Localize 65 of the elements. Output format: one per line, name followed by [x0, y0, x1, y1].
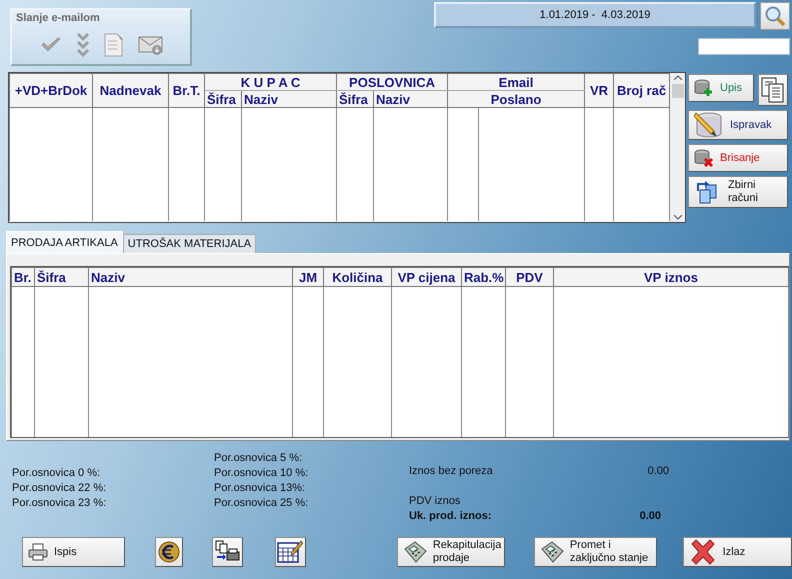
column-header: VR	[584, 74, 614, 108]
column-header: Poslano	[448, 90, 585, 108]
report-button[interactable]: Rekapitulacija prodaje	[396, 537, 505, 567]
database-pencil-icon	[694, 111, 724, 139]
column-header: Šifra	[336, 90, 374, 108]
copy-icon	[761, 77, 785, 103]
column-header: JM	[292, 268, 324, 286]
column-header: Količina	[324, 268, 392, 286]
tax-base-label: Por.osnovica 23 %:	[12, 496, 108, 510]
printer-icon	[28, 543, 48, 561]
table-pencil-icon	[277, 540, 304, 564]
total-value: 0.00	[638, 509, 662, 523]
euro-icon	[158, 541, 180, 563]
euro-button[interactable]	[154, 537, 184, 567]
copy-button[interactable]	[758, 74, 788, 106]
search-button[interactable]	[760, 2, 790, 30]
column-header: VP iznos	[554, 268, 788, 286]
column-header: Rab.%	[462, 268, 506, 286]
database-add-icon	[694, 79, 714, 97]
tab[interactable]: PRODAJA ARTIKALA	[6, 231, 123, 253]
column-header: Naziv	[374, 90, 448, 108]
calculator-icon	[540, 541, 564, 563]
column-header: Broj rač	[614, 74, 670, 108]
column-header: PDV	[506, 268, 554, 286]
column-header: Br.T.	[168, 74, 204, 108]
total-value: 0.00	[646, 464, 669, 478]
tab[interactable]: UTROŠAK MATERIJALA	[122, 234, 256, 253]
report-button[interactable]: Promet i zaključno stanje	[534, 537, 657, 567]
close-icon	[688, 539, 717, 565]
tax-base-label: Por.osnovica 10 %:	[214, 466, 310, 480]
exit-button[interactable]: Izlaz	[682, 537, 792, 567]
calculator-icon	[402, 541, 427, 563]
print-documents-button[interactable]	[212, 537, 244, 567]
column-header: K U P A C	[204, 74, 337, 90]
total-label: PDV iznos	[409, 494, 462, 508]
column-header: Br.	[12, 268, 34, 286]
delete-button[interactable]: Brisanje	[688, 144, 788, 172]
tax-base-label: Por.osnovica 0 %:	[12, 466, 102, 480]
total-label: Iznos bez poreza	[409, 464, 494, 478]
table-edit-button[interactable]	[275, 537, 306, 567]
tax-base-label: Por.osnovica 5 %:	[214, 451, 304, 465]
column-header: Šifra	[34, 268, 88, 286]
database-delete-icon	[694, 149, 714, 167]
column-header: VP cijena	[392, 268, 462, 286]
column-header: Naziv	[242, 90, 337, 108]
tax-base-label: Por.osnovica 22 %:	[12, 481, 108, 495]
edit-button[interactable]: Ispravak	[688, 110, 788, 140]
scrollbar-thumb[interactable]	[672, 84, 684, 98]
scrollbar[interactable]	[670, 73, 685, 222]
total-label: Uk. prod. iznos:	[409, 509, 492, 523]
column-header: +VD+BrDok	[10, 74, 92, 108]
panel-title: Slanje e-mailom	[16, 12, 100, 24]
tax-base-label: Por.osnovica 25 %:	[214, 496, 310, 510]
add-button[interactable]: Upis	[688, 74, 754, 102]
column-header: Šifra	[204, 90, 242, 108]
input-field[interactable]	[698, 38, 790, 55]
column-header: Email	[448, 74, 585, 90]
merge-invoices-button[interactable]: Zbirni računi	[688, 176, 788, 208]
search-icon	[764, 5, 786, 27]
tax-base-label: Por.osnovica 13%:	[214, 481, 306, 495]
column-header: Nadnevak	[92, 74, 168, 108]
column-header: POSLOVNICA	[336, 74, 448, 90]
date-range-field[interactable]: 1.01.2019 - 4.03.2019	[434, 2, 756, 28]
print-button[interactable]: Ispis	[22, 537, 125, 567]
column-header: Naziv	[88, 268, 292, 286]
